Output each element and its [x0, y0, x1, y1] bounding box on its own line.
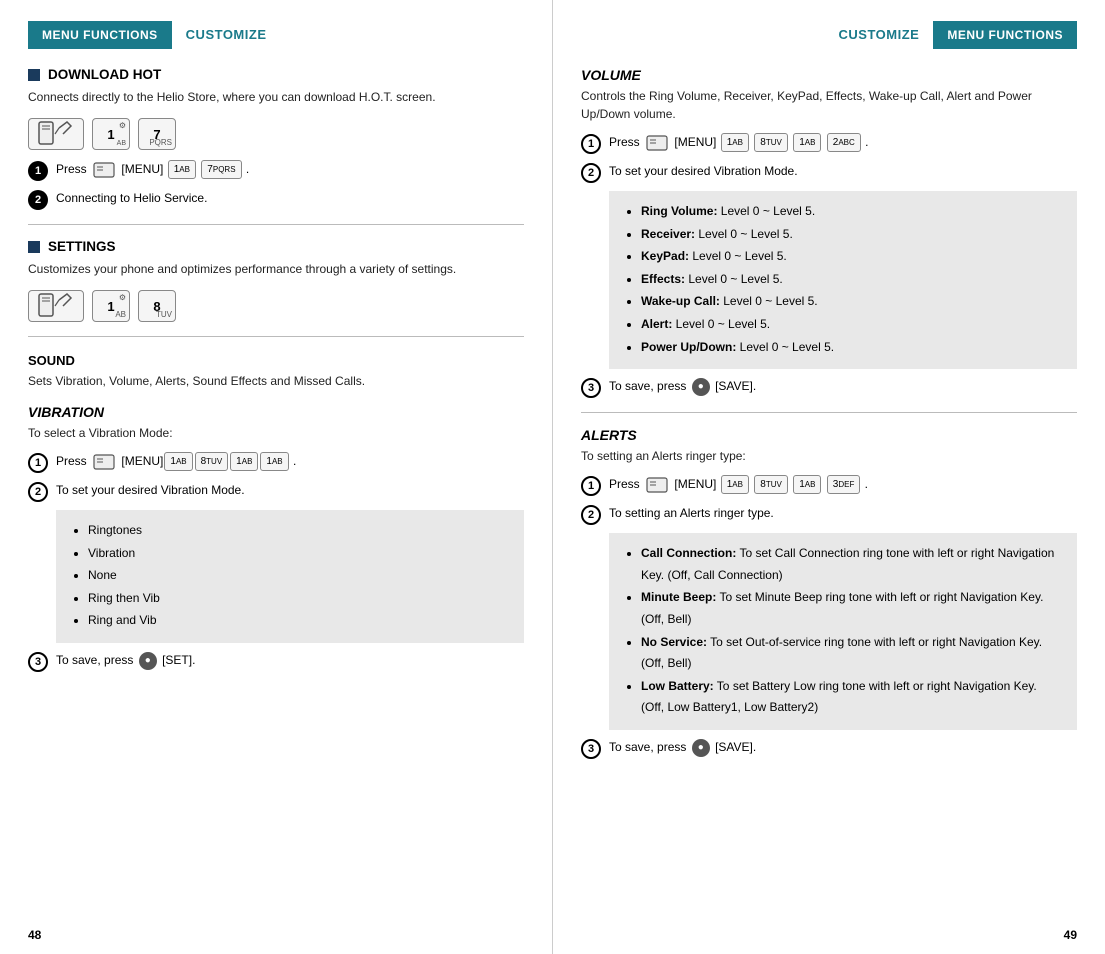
bullet-ringtones: Ringtones — [88, 520, 508, 542]
bullet-power-updown: Power Up/Down: Level 0 ~ Level 5. — [641, 337, 1061, 359]
settings-desc: Customizes your phone and optimizes perf… — [28, 260, 524, 278]
volume-desc: Controls the Ring Volume, Receiver, KeyP… — [581, 87, 1077, 123]
bullet-low-battery: Low Battery: To set Battery Low ring ton… — [641, 676, 1061, 719]
key-7-pqrs: 7 PQRS — [138, 118, 176, 150]
vibration-step3: 3 To save, press ● [SET]. — [28, 651, 524, 672]
divider-right — [581, 412, 1077, 413]
alerts-step1-circle: 1 — [581, 476, 601, 496]
step2-circle: 2 — [28, 190, 48, 210]
alerts-step2-circle: 2 — [581, 505, 601, 525]
volume-step1-circle: 1 — [581, 134, 601, 154]
alerts-step3: 3 To save, press ● [SAVE]. — [581, 738, 1077, 759]
sound-title: SOUND — [28, 353, 524, 368]
volume-bullets: Ring Volume: Level 0 ~ Level 5. Receiver… — [609, 191, 1077, 369]
alerts-step3-content: To save, press ● [SAVE]. — [609, 738, 1077, 757]
vibration-step1: 1 Press [MENU]1AB8TUV1AB1AB . — [28, 452, 524, 473]
menu-functions-tab-right: MENU FUNCTIONS — [933, 21, 1077, 49]
download-hot-title: DOWNLOAD HOT — [28, 67, 524, 82]
alerts-section: ALERTS To setting an Alerts ringer type:… — [581, 427, 1077, 759]
key-1-ab: 1 AB ⚙ — [92, 118, 130, 150]
bullet-ring-vib: Ring then Vib — [88, 588, 508, 610]
download-hot-key-diagram: 1 AB ⚙ 7 PQRS — [28, 118, 524, 150]
download-hot-step1: 1 Press [MENU] 1AB 7PQRS . — [28, 160, 524, 181]
bullet-none: None — [88, 565, 508, 587]
volume-title: VOLUME — [581, 67, 1077, 83]
bullet-minute-beep: Minute Beep: To set Minute Beep ring ton… — [641, 587, 1061, 630]
vibration-step1-content: Press [MENU]1AB8TUV1AB1AB . — [56, 452, 524, 471]
vibration-step3-circle: 3 — [28, 652, 48, 672]
alerts-step3-circle: 3 — [581, 739, 601, 759]
vibration-step1-circle: 1 — [28, 453, 48, 473]
alerts-step1: 1 Press [MENU] 1AB 8TUV 1AB 3DEF . — [581, 475, 1077, 496]
volume-step1-content: Press [MENU] 1AB 8TUV 1AB 2ABC . — [609, 133, 1077, 152]
settings-title: SETTINGS — [28, 239, 524, 254]
bullet-wakeup-call: Wake-up Call: Level 0 ~ Level 5. — [641, 291, 1061, 313]
left-header: MENU FUNCTIONS CUSTOMIZE — [28, 20, 524, 49]
alerts-step2: 2 To setting an Alerts ringer type. — [581, 504, 1077, 525]
phone-key-1 — [28, 118, 84, 150]
bullet-receiver: Receiver: Level 0 ~ Level 5. — [641, 224, 1061, 246]
vibration-desc: To select a Vibration Mode: — [28, 424, 524, 442]
page-number-left: 48 — [28, 928, 41, 942]
bullet-no-service: No Service: To set Out-of-service ring t… — [641, 632, 1061, 675]
bullet-alert: Alert: Level 0 ~ Level 5. — [641, 314, 1061, 336]
menu-key-7: 7PQRS — [201, 160, 241, 179]
right-header: CUSTOMIZE MENU FUNCTIONS — [581, 20, 1077, 49]
step2-content: Connecting to Helio Service. — [56, 189, 524, 207]
vibration-title: VIBRATION — [28, 404, 524, 420]
bullet-ring-volume: Ring Volume: Level 0 ~ Level 5. — [641, 201, 1061, 223]
save-icon-left: ● — [139, 652, 157, 670]
bullet-keypad: KeyPad: Level 0 ~ Level 5. — [641, 246, 1061, 268]
download-hot-desc: Connects directly to the Helio Store, wh… — [28, 88, 524, 106]
alerts-bullets: Call Connection: To set Call Connection … — [609, 533, 1077, 730]
right-page: CUSTOMIZE MENU FUNCTIONS VOLUME Controls… — [553, 0, 1105, 954]
vibration-step2-content: To set your desired Vibration Mode. — [56, 481, 524, 499]
vibration-step3-content: To save, press ● [SET]. — [56, 651, 524, 670]
customize-tab-left: CUSTOMIZE — [172, 20, 281, 49]
alerts-title: ALERTS — [581, 427, 1077, 443]
vibration-step2-circle: 2 — [28, 482, 48, 502]
divider-1 — [28, 224, 524, 225]
alerts-step1-content: Press [MENU] 1AB 8TUV 1AB 3DEF . — [609, 475, 1077, 494]
save-icon-alerts: ● — [692, 739, 710, 757]
volume-step2: 2 To set your desired Vibration Mode. — [581, 162, 1077, 183]
step1-circle: 1 — [28, 161, 48, 181]
bullet-effects: Effects: Level 0 ~ Level 5. — [641, 269, 1061, 291]
divider-2 — [28, 336, 524, 337]
square-icon — [28, 69, 40, 81]
bullet-vibration: Vibration — [88, 543, 508, 565]
vibration-step2: 2 To set your desired Vibration Mode. — [28, 481, 524, 502]
bullet-call-connection: Call Connection: To set Call Connection … — [641, 543, 1061, 586]
volume-step3: 3 To save, press ● [SAVE]. — [581, 377, 1077, 398]
bullet-ring-and-vib: Ring and Vib — [88, 610, 508, 632]
volume-step2-circle: 2 — [581, 163, 601, 183]
step1-content: Press [MENU] 1AB 7PQRS . — [56, 160, 524, 179]
menu-key-1: 1AB — [168, 160, 196, 179]
download-hot-step2: 2 Connecting to Helio Service. — [28, 189, 524, 210]
volume-step1: 1 Press [MENU] 1AB 8TUV 1AB 2ABC . — [581, 133, 1077, 154]
save-icon-volume: ● — [692, 378, 710, 396]
vibration-bullets: Ringtones Vibration None Ring then Vib R… — [56, 510, 524, 643]
menu-functions-tab-left: MENU FUNCTIONS — [28, 21, 172, 49]
settings-key-8: 8 TUV — [138, 290, 176, 322]
page-number-right: 49 — [1064, 928, 1077, 942]
settings-key-diagram: 1 AB ⚙ 8 TUV — [28, 290, 524, 322]
settings-phone-key — [28, 290, 84, 322]
volume-step3-content: To save, press ● [SAVE]. — [609, 377, 1077, 396]
left-page: MENU FUNCTIONS CUSTOMIZE DOWNLOAD HOT Co… — [0, 0, 553, 954]
sound-desc: Sets Vibration, Volume, Alerts, Sound Ef… — [28, 372, 524, 390]
volume-step2-content: To set your desired Vibration Mode. — [609, 162, 1077, 180]
volume-step3-circle: 3 — [581, 378, 601, 398]
settings-key-1: 1 AB ⚙ — [92, 290, 130, 322]
customize-tab-right: CUSTOMIZE — [825, 20, 934, 49]
alerts-desc: To setting an Alerts ringer type: — [581, 447, 1077, 465]
alerts-step2-content: To setting an Alerts ringer type. — [609, 504, 1077, 522]
settings-square-icon — [28, 241, 40, 253]
